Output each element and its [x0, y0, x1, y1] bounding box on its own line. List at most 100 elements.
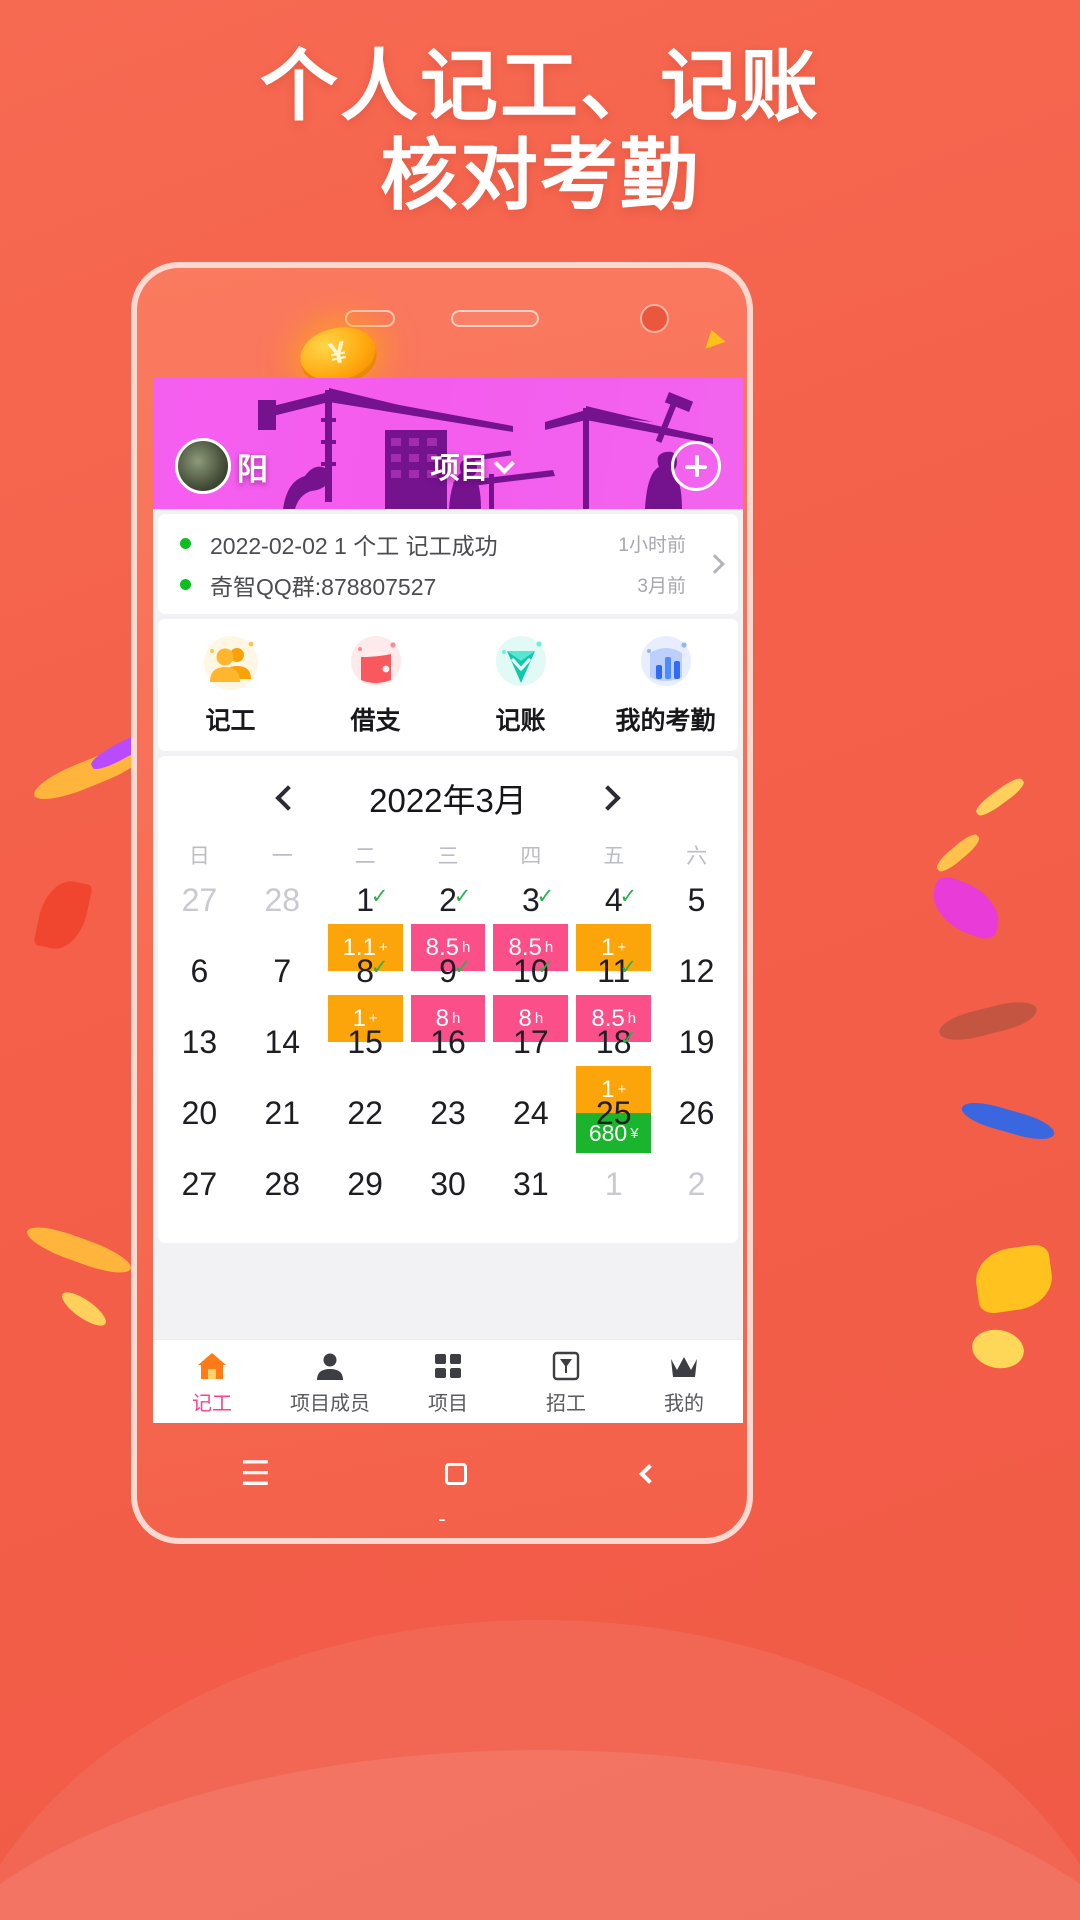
calendar-day-number: 2: [439, 882, 457, 918]
calendar-day-number: 8: [356, 953, 375, 989]
calendar-prev-month-button[interactable]: [243, 785, 333, 811]
check-icon: ✓: [536, 956, 555, 979]
calendar-day-cell[interactable]: 30: [407, 1164, 490, 1235]
calendar-day-cell[interactable]: 2 ✓ 8.5 h: [407, 880, 490, 971]
calendar-day-cell[interactable]: 16: [407, 1022, 490, 1093]
diamond-icon: [493, 635, 549, 691]
calendar-day-number: 27: [181, 1166, 218, 1202]
calendar-next-month-button[interactable]: [563, 785, 653, 811]
notice-time: 1小时前: [618, 535, 686, 556]
check-icon: ✓: [370, 885, 389, 908]
weekday-label: 六: [686, 845, 708, 868]
phone-earpiece-small: [345, 310, 395, 327]
calendar-day-cell[interactable]: 10 ✓ 8 h: [489, 951, 572, 1042]
tab-label: 项目成员: [290, 1393, 370, 1415]
phone-earpiece-large: [451, 310, 539, 327]
menu-icon[interactable]: ☰: [240, 1454, 270, 1494]
tab-label: 我的: [664, 1393, 704, 1415]
tab-project-members[interactable]: 项目成员: [271, 1340, 389, 1423]
calendar-day-cell[interactable]: 1: [572, 1164, 655, 1235]
calendar-day-cell[interactable]: 29: [324, 1164, 407, 1235]
notice-card[interactable]: 2022-02-02 1 个工 记工成功 1小时前 奇智QQ群:87880752…: [158, 514, 738, 614]
calendar-day-cell[interactable]: 8 ✓ 1 +: [324, 951, 407, 1042]
calendar-day-cell[interactable]: 23: [407, 1093, 490, 1164]
calendar-grid: 27 28 1 ✓ 1.1 +2 ✓ 8.5 h 3 ✓ 8.5 h 4 ✓ 1 +5 6 7 8 ✓ 1 +9 ✓ 8 h 10 ✓…: [158, 880, 738, 1235]
quick-action-jiezhi[interactable]: 借支: [303, 635, 448, 737]
calendar-day-cell[interactable]: 20: [158, 1093, 241, 1164]
tab-project[interactable]: 项目: [389, 1340, 507, 1423]
list-item[interactable]: 2022-02-02 1 个工 记工成功 1小时前: [158, 523, 692, 564]
calendar-day-cell[interactable]: 6: [158, 951, 241, 1022]
project-selector[interactable]: 项目: [268, 445, 671, 487]
calendar-day-number: 31: [513, 1166, 549, 1202]
tab-mine[interactable]: 我的: [625, 1340, 743, 1423]
confetti-ribbon: [958, 1097, 1058, 1145]
quick-action-jizhang[interactable]: 记账: [448, 635, 593, 737]
calendar-day-cell[interactable]: 26: [655, 1093, 738, 1164]
calendar-day-number: 12: [678, 953, 715, 989]
calendar-day-cell[interactable]: 14: [241, 1022, 324, 1093]
calendar-day-number: 29: [347, 1166, 383, 1202]
calendar-day-number: 26: [678, 1095, 715, 1131]
chevron-left-icon: [275, 785, 301, 811]
avatar[interactable]: [175, 438, 231, 494]
add-record-button[interactable]: [671, 441, 721, 491]
calendar-day-cell[interactable]: 28: [241, 880, 324, 951]
person-icon: [315, 1347, 345, 1381]
calendar-day-number: 28: [264, 1166, 301, 1202]
calendar-day-cell[interactable]: 18 ✓ 1 +680 ¥: [572, 1022, 655, 1153]
calendar-day-cell[interactable]: 17: [489, 1022, 572, 1093]
calendar-day-cell[interactable]: 11 ✓ 8.5 h: [572, 951, 655, 1042]
calendar-day-cell[interactable]: 12: [655, 951, 738, 1022]
user-name: 阳: [237, 451, 268, 487]
calendar-day-number: 30: [430, 1166, 466, 1202]
calendar-day-cell[interactable]: 3 ✓ 8.5 h: [489, 880, 572, 971]
check-icon: ✓: [619, 1027, 638, 1050]
funnel-icon: [552, 1347, 580, 1381]
calendar-day-cell[interactable]: 31: [489, 1164, 572, 1235]
home-square-icon[interactable]: [445, 1463, 468, 1485]
calendar-day-cell[interactable]: 28: [241, 1164, 324, 1235]
notice-more-button[interactable]: [692, 554, 738, 574]
calendar-day-cell[interactable]: 13: [158, 1022, 241, 1093]
calendar-day-number: 23: [430, 1095, 466, 1131]
calendar-day-cell[interactable]: 22: [324, 1093, 407, 1164]
calendar-day-cell[interactable]: 9 ✓ 8 h: [407, 951, 490, 1042]
notice-time: 3月前: [637, 576, 686, 597]
quick-action-jigong[interactable]: 记工: [158, 635, 303, 737]
calendar-day-cell[interactable]: 24: [489, 1093, 572, 1164]
calendar-day-cell[interactable]: 21: [241, 1093, 324, 1164]
calendar-day-cell[interactable]: 27: [158, 1164, 241, 1235]
device-navbar: ☰: [153, 1426, 743, 1522]
calendar-day-cell[interactable]: 25: [572, 1093, 655, 1164]
calendar-header: 2022年3月: [158, 762, 738, 834]
chevron-down-icon: [493, 452, 515, 474]
calendar-day-cell[interactable]: 15: [324, 1022, 407, 1093]
calendar-day-cell[interactable]: 7: [241, 951, 324, 1022]
calendar-day-cell[interactable]: 1 ✓ 1.1 +: [324, 880, 407, 971]
tab-recruit[interactable]: 招工: [507, 1340, 625, 1423]
calendar-day-number: 27: [181, 882, 218, 918]
back-chevron-icon[interactable]: [638, 1464, 659, 1484]
calendar-day-cell[interactable]: 5: [655, 880, 738, 951]
wallet-icon: [348, 635, 404, 691]
calendar-day-number: 24: [513, 1095, 549, 1131]
calendar-day-cell[interactable]: 4 ✓ 1 +: [572, 880, 655, 971]
calendar-day-number: 11: [597, 953, 631, 989]
calendar-day-number: 22: [347, 1095, 383, 1131]
check-icon: ✓: [370, 956, 389, 979]
home-icon: [196, 1347, 228, 1381]
tab-jigong[interactable]: 记工: [153, 1340, 271, 1423]
calendar-day-cell[interactable]: 19: [655, 1022, 738, 1093]
quick-action-my-attendance[interactable]: 我的考勤: [593, 635, 738, 737]
confetti-ribbon: [972, 1243, 1056, 1315]
calendar-day-cell[interactable]: 2: [655, 1164, 738, 1235]
confetti-ribbon: [924, 874, 1008, 942]
calendar-day-cell[interactable]: 27: [158, 880, 241, 951]
calendar-day-number: 28: [264, 882, 301, 918]
notice-list: 2022-02-02 1 个工 记工成功 1小时前 奇智QQ群:87880752…: [158, 523, 692, 605]
calendar-day-number: 14: [264, 1024, 301, 1060]
check-icon: ✓: [453, 956, 472, 979]
app-banner: 阳 项目: [153, 378, 743, 509]
list-item[interactable]: 奇智QQ群:878807527 3月前: [158, 564, 692, 605]
